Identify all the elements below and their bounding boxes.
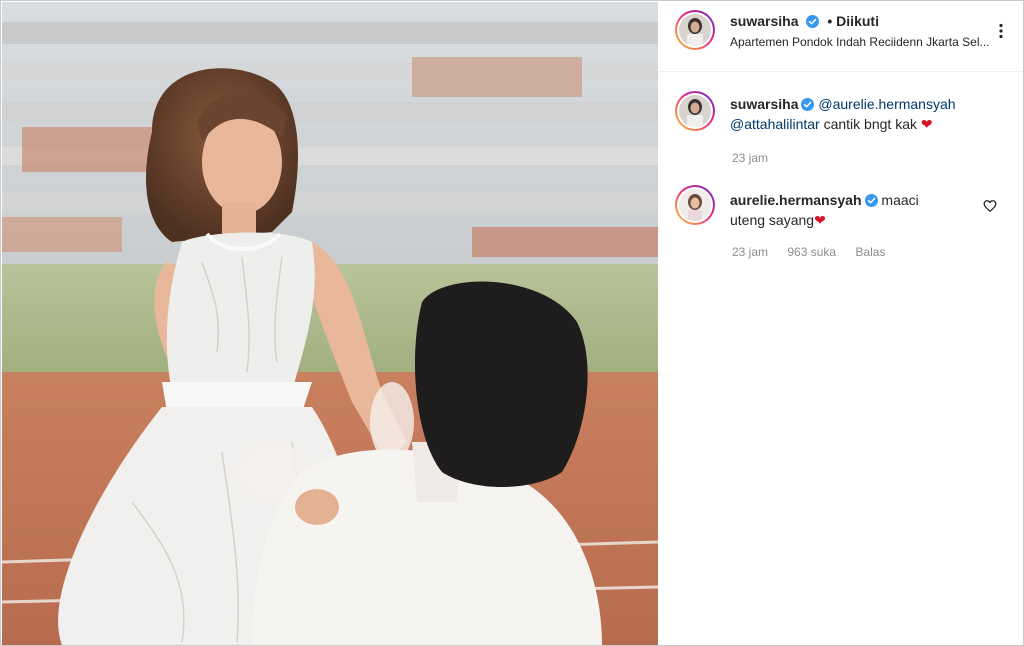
comment-avatar[interactable] — [675, 91, 715, 131]
comment-item: aurelie.hermansyah maaci uteng sayang❤ 2… — [659, 185, 1023, 275]
comment-time[interactable]: 23 jam — [732, 245, 768, 259]
mention-link[interactable]: @aurelie.hermansyah — [818, 96, 955, 112]
verified-badge-icon — [805, 15, 819, 28]
post-modal: suwarsiha • Diikuti Apartemen Pondok Ind… — [0, 0, 1024, 646]
heart-emoji: ❤ — [920, 116, 933, 132]
avatar-image — [679, 14, 711, 46]
author-avatar[interactable] — [675, 10, 715, 50]
comment-meta: 23 jam — [732, 151, 784, 165]
comment-body: aurelie.hermansyah maaci uteng sayang❤ — [730, 190, 970, 230]
post-location[interactable]: Apartemen Pondok Indah Reciidenn Jkarta … — [730, 35, 1010, 49]
post-photo — [2, 2, 658, 645]
comment-avatar[interactable] — [675, 185, 715, 225]
post-media[interactable] — [2, 2, 658, 645]
more-options-icon[interactable] — [993, 23, 1009, 39]
comment-time[interactable]: 23 jam — [732, 151, 768, 165]
comment-text: uteng sayang — [730, 212, 815, 228]
author-username[interactable]: suwarsiha — [730, 13, 798, 29]
reply-button[interactable]: Balas — [855, 245, 885, 259]
comment-body: suwarsiha @aurelie.hermansyah @attahalil… — [730, 94, 1000, 134]
comment-username[interactable]: aurelie.hermansyah — [730, 192, 862, 208]
comment-text: maaci — [881, 192, 919, 208]
comment-username[interactable]: suwarsiha — [730, 96, 798, 112]
mention-link[interactable]: @attahalilintar — [730, 116, 820, 132]
post-header: suwarsiha • Diikuti Apartemen Pondok Ind… — [659, 1, 1023, 72]
avatar-image — [679, 95, 711, 127]
verified-badge-icon — [801, 98, 815, 111]
comment-item: suwarsiha @aurelie.hermansyah @attahalil… — [659, 89, 1023, 179]
heart-emoji: ❤ — [814, 212, 826, 228]
follow-state-button[interactable]: • Diikuti — [827, 13, 879, 29]
heart-outline-icon[interactable] — [983, 199, 997, 213]
comment-likes[interactable]: 963 suka — [787, 245, 836, 259]
verified-badge-icon — [864, 194, 878, 207]
comment-text: cantik bngt kak — [819, 116, 917, 132]
avatar-image — [679, 189, 711, 221]
post-side-panel: suwarsiha • Diikuti Apartemen Pondok Ind… — [659, 1, 1023, 645]
comment-meta: 23 jam 963 suka Balas — [732, 245, 901, 259]
